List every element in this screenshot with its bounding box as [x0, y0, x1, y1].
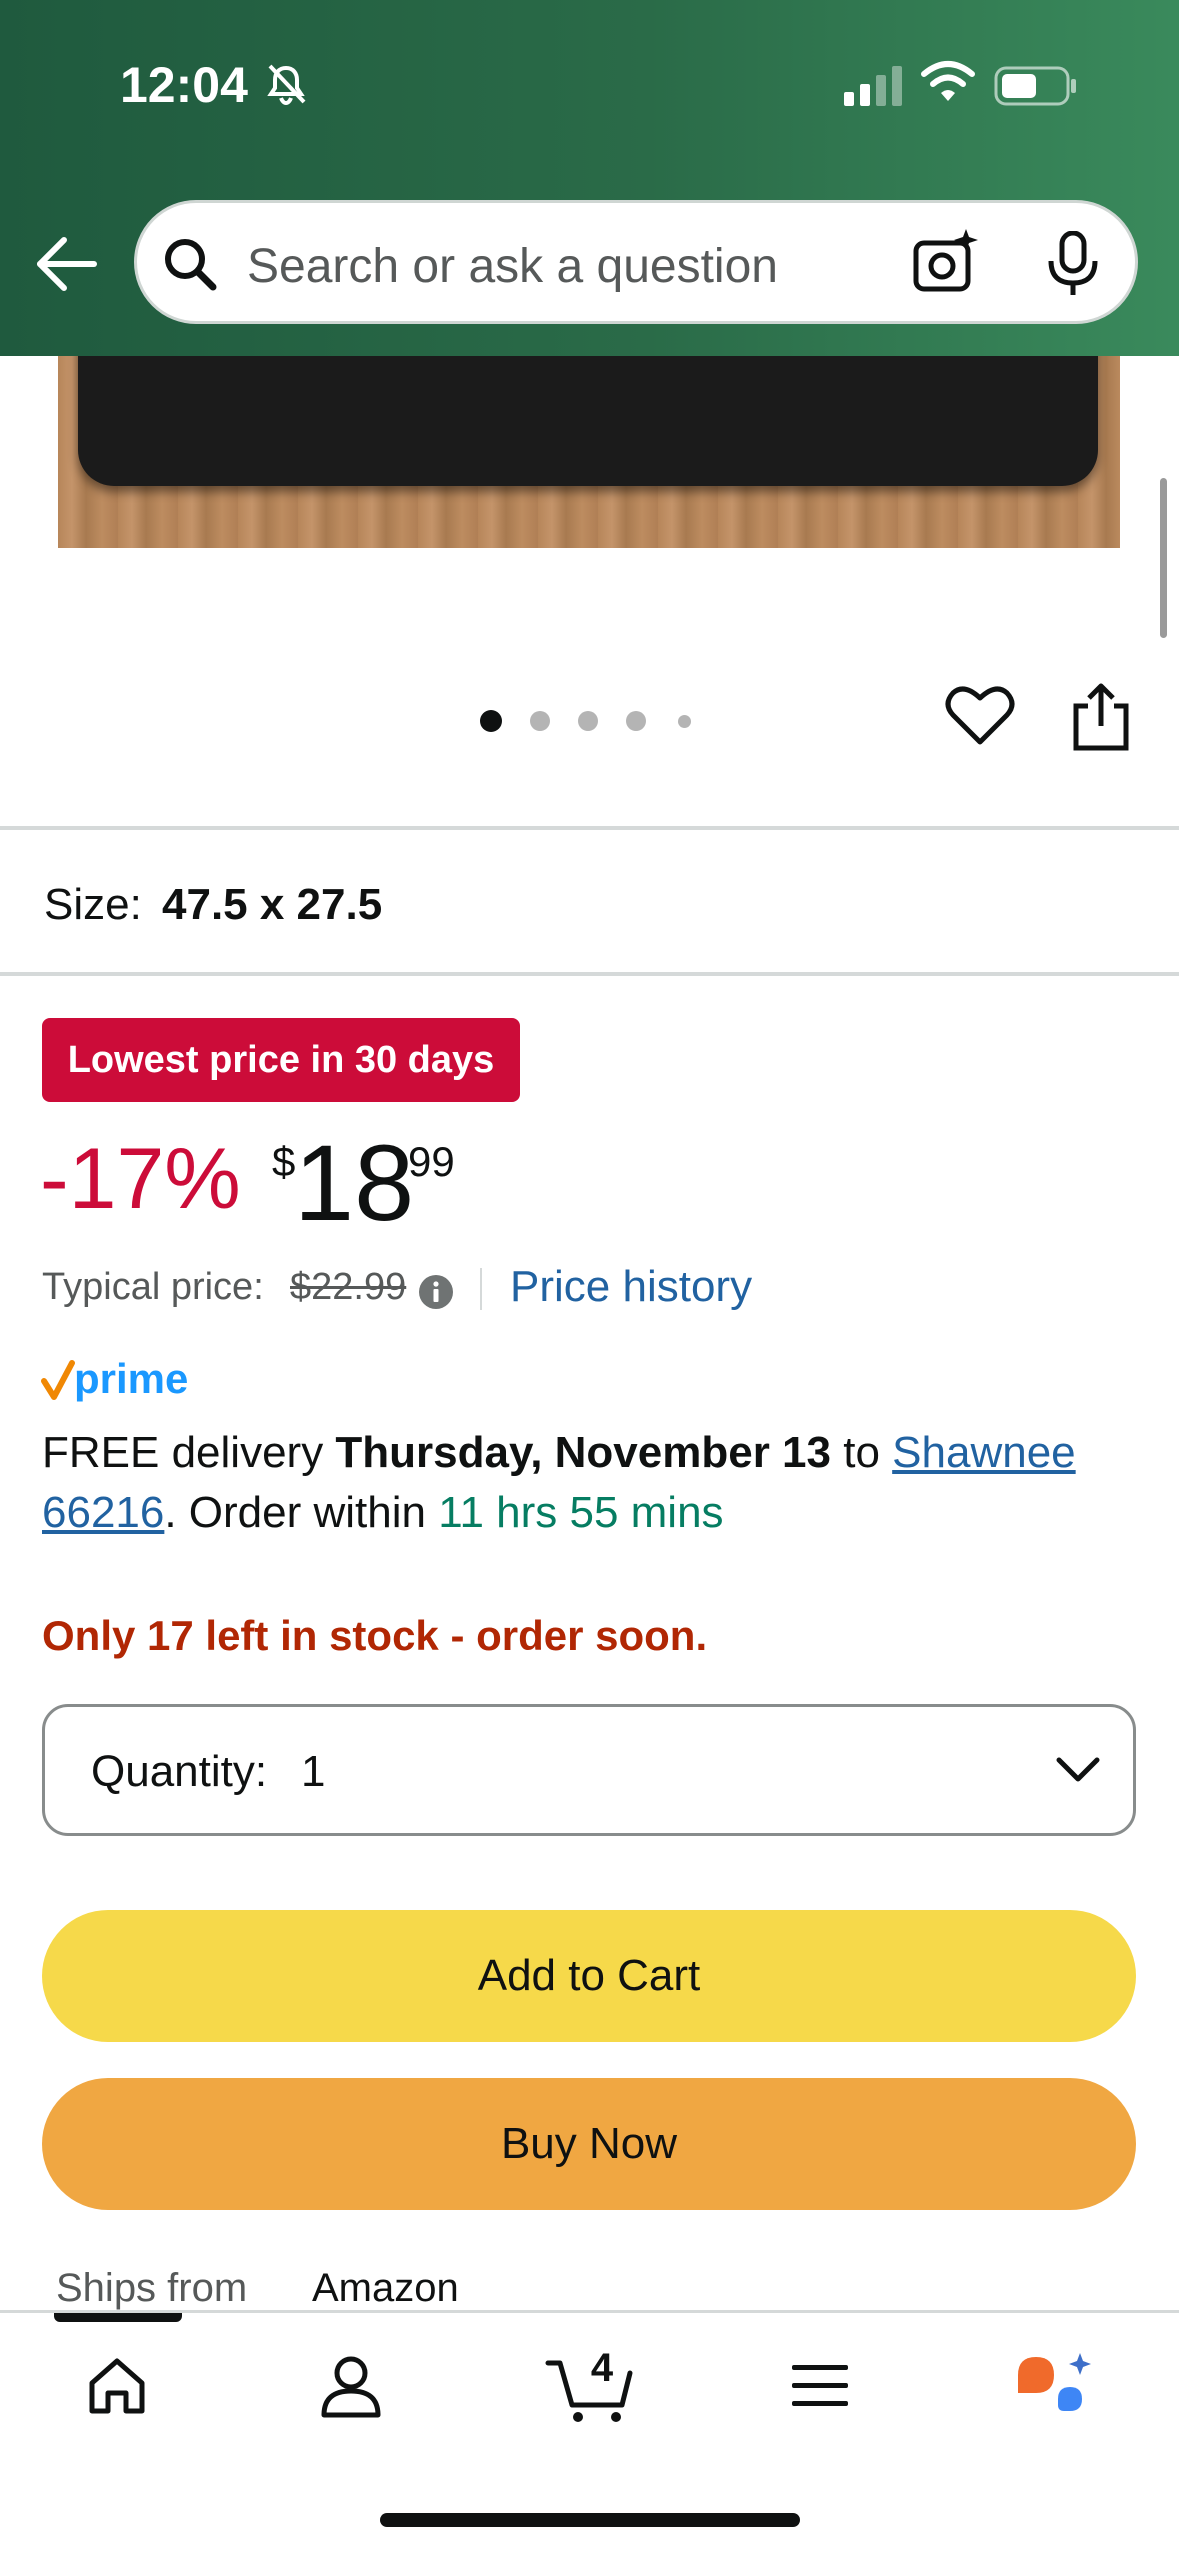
prime-logo: prime — [41, 1355, 188, 1402]
typical-price-value: $22.99 — [290, 1266, 407, 1308]
status-time: 12:04 — [120, 57, 248, 113]
bottom-tab-bar: 4 — [0, 2310, 1179, 2559]
order-within-label: . Order within — [164, 1488, 439, 1537]
price-fraction: 99 — [408, 1138, 455, 1185]
home-indicator — [380, 2513, 800, 2527]
scroll-indicator — [1160, 478, 1167, 638]
delivery-line: 66216. Order within 11 hrs 55 mins — [42, 1488, 724, 1538]
pagination-dot — [678, 715, 691, 728]
active-tab-indicator — [54, 2313, 182, 2322]
mic-icon[interactable] — [1045, 231, 1101, 297]
camera-icon[interactable] — [912, 229, 980, 297]
divider — [0, 972, 1179, 976]
share-icon[interactable] — [1070, 682, 1132, 752]
rufus-icon[interactable] — [1014, 2349, 1094, 2425]
ships-from-value: Amazon — [312, 2266, 459, 2310]
stock-message: Only 17 left in stock - order soon. — [42, 1612, 708, 1659]
discount-percent: -17% — [40, 1131, 241, 1227]
battery-icon — [994, 66, 1076, 106]
cart-icon[interactable]: 4 — [544, 2341, 636, 2425]
buy-now-button[interactable]: Buy Now — [42, 2078, 1136, 2210]
separator — [480, 1268, 482, 1310]
quantity-label: Quantity: — [91, 1747, 268, 1796]
delivery-to: to — [831, 1428, 893, 1477]
price-whole: 18 — [294, 1122, 415, 1243]
chevron-down-icon — [1056, 1757, 1100, 1782]
ships-from-label: Ships from — [56, 2266, 248, 2310]
product-image[interactable] — [58, 356, 1120, 548]
delivery-location-link[interactable]: Shawnee — [892, 1428, 1075, 1477]
search-input[interactable]: Search or ask a question — [134, 200, 1138, 324]
price-history-link[interactable]: Price history — [510, 1262, 752, 1312]
search-placeholder: Search or ask a question — [247, 240, 778, 293]
divider — [0, 826, 1179, 830]
delivery-prefix: FREE delivery — [42, 1428, 336, 1477]
delivery-date: Thursday, November 13 — [335, 1428, 832, 1477]
cart-count: 4 — [591, 2346, 614, 2390]
pagination-dot — [626, 711, 646, 731]
typical-price-label: Typical price: — [42, 1266, 264, 1308]
heart-icon[interactable] — [945, 684, 1015, 748]
menu-icon[interactable] — [790, 2361, 850, 2411]
prime-text: prime — [74, 1355, 188, 1402]
delivery-countdown: 11 hrs 55 mins — [438, 1488, 724, 1537]
bell-muted-icon — [267, 64, 306, 106]
pagination-dot — [578, 711, 598, 731]
delivery-zip-link[interactable]: 66216 — [42, 1488, 164, 1537]
quantity-select[interactable]: Quantity: 1 — [42, 1704, 1136, 1836]
back-arrow-icon[interactable] — [34, 232, 98, 296]
pagination-dot — [530, 711, 550, 731]
product-mat — [78, 356, 1098, 486]
size-label: Size: — [44, 880, 142, 929]
add-to-cart-button[interactable]: Add to Cart — [42, 1910, 1136, 2042]
status-bar: 12:04 — [0, 0, 1179, 160]
size-value: 47.5 x 27.5 — [162, 880, 383, 929]
home-icon[interactable] — [84, 2353, 150, 2419]
delivery-line: FREE delivery Thursday, November 13 to S… — [42, 1428, 1076, 1478]
info-icon[interactable] — [418, 1274, 454, 1310]
pagination-dot — [480, 710, 502, 732]
quantity-value: 1 — [301, 1747, 326, 1796]
account-icon[interactable] — [318, 2353, 384, 2419]
deal-badge: Lowest price in 30 days — [42, 1018, 520, 1102]
price-currency: $ — [272, 1138, 296, 1185]
cell-signal-icon — [844, 66, 902, 106]
search-icon — [165, 239, 217, 291]
wifi-icon — [921, 61, 975, 101]
